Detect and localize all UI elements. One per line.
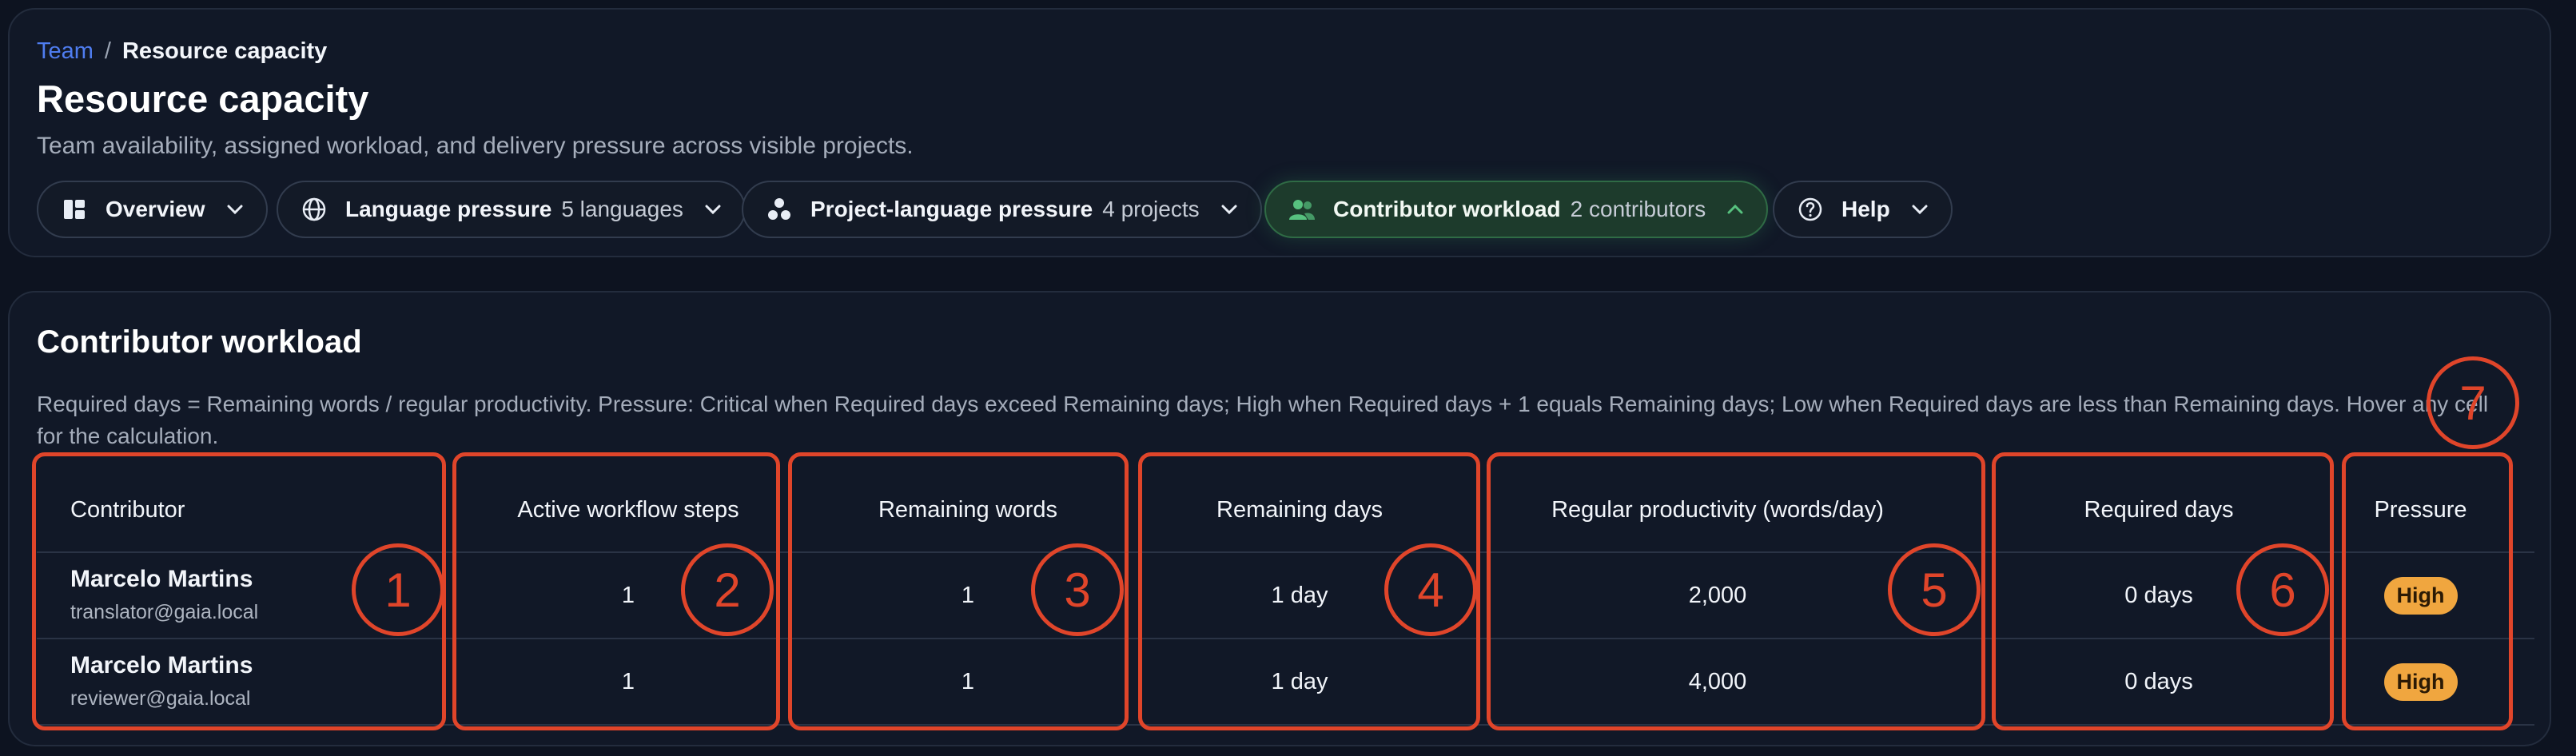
contributor-workload-label: Contributor workload <box>1333 197 1561 221</box>
language-pressure-count: 5 languages <box>561 197 683 221</box>
pressure-cell[interactable]: High <box>2335 639 2506 724</box>
page-title: Resource capacity <box>37 78 369 120</box>
header-remaining-days[interactable]: Remaining days <box>1144 468 1455 551</box>
chevron-down-icon <box>704 201 722 218</box>
active-steps-cell[interactable]: 1 <box>468 639 788 724</box>
contributor-workload-tab[interactable]: Contributor workload 2 contributors <box>1264 181 1769 238</box>
globe-icon <box>301 196 328 223</box>
users-icon <box>1288 196 1316 223</box>
dashboard-icon <box>61 196 88 223</box>
language-pressure-label: Language pressure <box>345 197 552 221</box>
productivity-cell[interactable]: 4,000 <box>1486 639 1949 724</box>
annotation-number-3: 3 <box>1031 543 1124 636</box>
pressure-cell[interactable]: High <box>2335 553 2506 638</box>
contributor-name: Marcelo Martins <box>70 652 253 678</box>
breadcrumb-separator: / <box>104 38 111 64</box>
overview-tab[interactable]: Overview <box>37 181 268 238</box>
language-pressure-tab[interactable]: Language pressure 5 languages <box>277 181 746 238</box>
section-title: Contributor workload <box>37 324 362 360</box>
pressure-badge: High <box>2383 576 2458 615</box>
section-description: Required days = Remaining words / regula… <box>37 392 2489 448</box>
chevron-down-icon <box>1220 201 1238 218</box>
help-icon <box>1797 196 1824 223</box>
header-active-workflow-steps[interactable]: Active workflow steps <box>468 468 788 551</box>
cluster-icon <box>766 196 793 223</box>
contributor-cell: Marcelo Martins reviewer@gaia.local <box>70 639 430 724</box>
contributor-email: reviewer@gaia.local <box>70 687 251 710</box>
productivity-cell[interactable]: 2,000 <box>1486 553 1949 638</box>
table-row[interactable]: Marcelo Martins reviewer@gaia.local 1 1 … <box>37 639 2534 726</box>
annotation-number-6: 6 <box>2236 543 2329 636</box>
breadcrumb-current: Resource capacity <box>121 38 328 64</box>
header-remaining-words[interactable]: Remaining words <box>808 468 1128 551</box>
breadcrumb: Team / Resource capacity <box>37 38 327 65</box>
contributor-workload-panel: Contributor workload Required days = Rem… <box>8 291 2551 746</box>
project-language-pressure-tab[interactable]: Project-language pressure 4 projects <box>742 181 1262 238</box>
annotation-number-4: 4 <box>1384 543 1477 636</box>
contributor-workload-count: 2 contributors <box>1570 197 1706 221</box>
annotation-number-2: 2 <box>681 543 774 636</box>
table-header-row: Contributor Active workflow steps Remain… <box>37 468 2534 553</box>
chevron-up-icon <box>1726 201 1744 218</box>
overview-tab-label: Overview <box>106 197 205 221</box>
annotation-number-5: 5 <box>1888 543 1981 636</box>
header-required-days[interactable]: Required days <box>1999 468 2319 551</box>
pressure-badge: High <box>2383 662 2458 701</box>
remaining-words-cell[interactable]: 1 <box>808 639 1128 724</box>
annotation-number-7: 7 <box>2427 356 2519 449</box>
project-language-pressure-label: Project-language pressure <box>810 197 1093 221</box>
help-label: Help <box>1841 197 1890 221</box>
required-days-cell[interactable]: 0 days <box>1999 639 2319 724</box>
help-tab[interactable]: Help <box>1773 181 1953 238</box>
chevron-down-icon <box>226 201 244 218</box>
remaining-days-cell[interactable]: 1 day <box>1144 639 1455 724</box>
annotation-number-1: 1 <box>352 543 444 636</box>
header-regular-productivity[interactable]: Regular productivity (words/day) <box>1486 468 1949 551</box>
chevron-down-icon <box>1911 201 1929 218</box>
header-pressure[interactable]: Pressure <box>2335 468 2506 551</box>
page-subtitle: Team availability, assigned workload, an… <box>37 133 914 159</box>
breadcrumb-team-link[interactable]: Team <box>37 38 94 65</box>
project-language-pressure-count: 4 projects <box>1102 197 1200 221</box>
header-contributor[interactable]: Contributor <box>70 468 430 551</box>
header-panel: Team / Resource capacity Resource capaci… <box>8 8 2551 257</box>
